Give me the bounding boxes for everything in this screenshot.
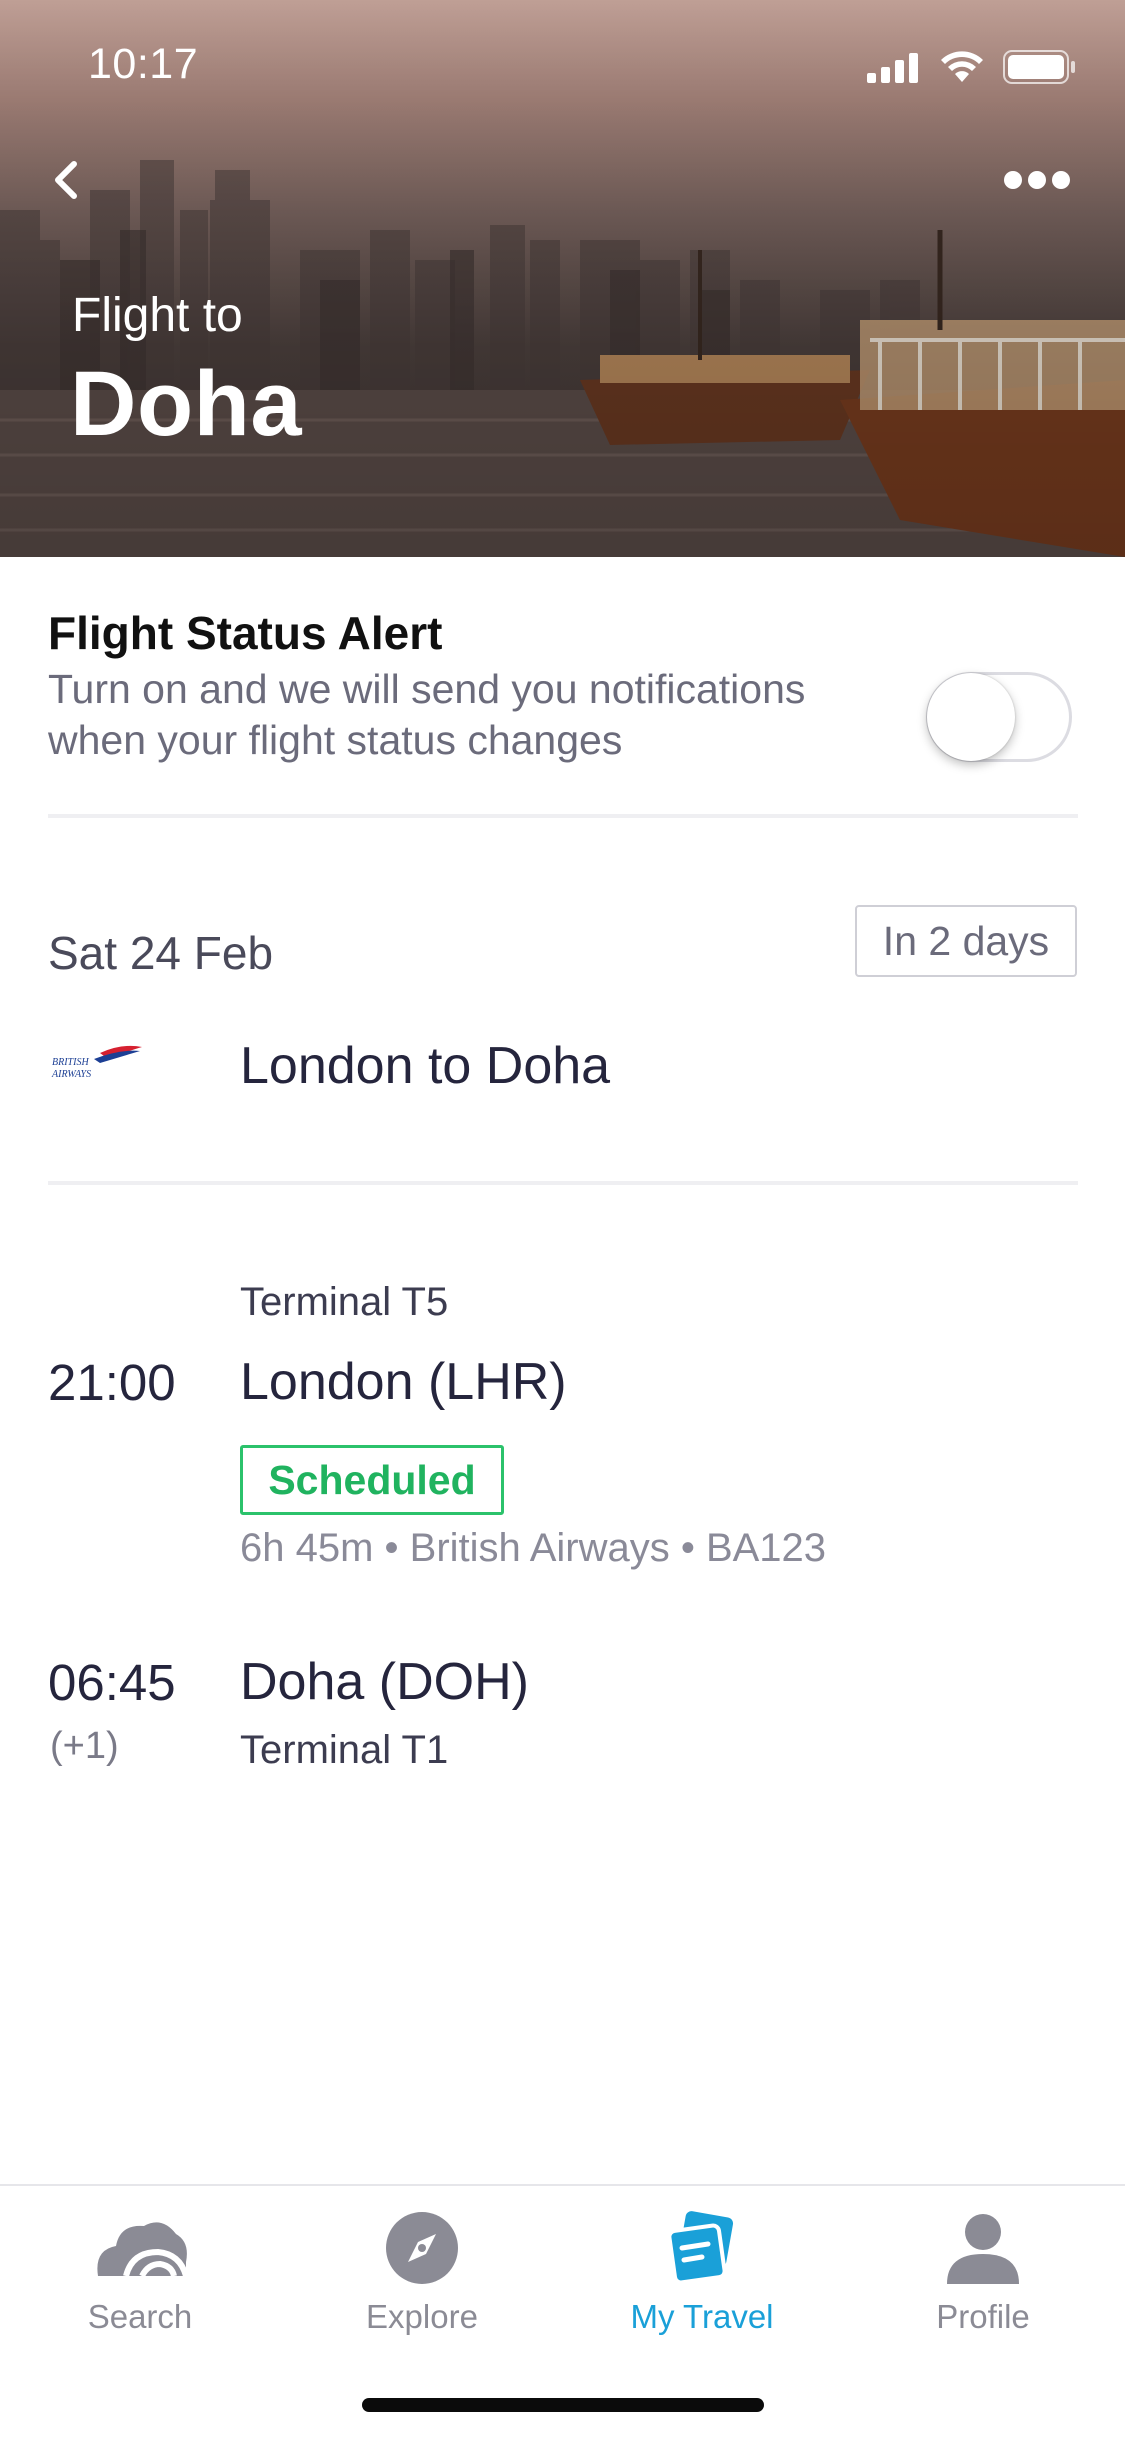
- tab-label: Explore: [366, 2298, 478, 2335]
- back-button[interactable]: [40, 150, 100, 210]
- compass-icon: [386, 2212, 458, 2284]
- divider: [48, 1181, 1078, 1185]
- search-cloud-icon: [97, 2222, 189, 2278]
- tab-my-travel[interactable]: My Travel: [582, 2186, 822, 2356]
- home-indicator[interactable]: [362, 2398, 764, 2412]
- tab-label: Profile: [936, 2298, 1030, 2335]
- toggle-knob: [927, 673, 1015, 761]
- countdown-badge: In 2 days: [855, 905, 1077, 977]
- flight-status-alert: Flight Status Alert Turn on and we will …: [48, 606, 1078, 821]
- header-subtitle: Flight to: [72, 289, 243, 342]
- tab-label: Search: [87, 2298, 193, 2335]
- tab-search[interactable]: Search: [20, 2186, 260, 2356]
- departure-city: London (LHR): [240, 1353, 567, 1411]
- header-title: Doha: [70, 353, 302, 455]
- flight-status-toggle[interactable]: [926, 672, 1072, 762]
- more-options-button[interactable]: [997, 160, 1077, 200]
- trip-route[interactable]: London to Doha: [240, 1036, 610, 1096]
- my-travel-icon: [667, 2211, 734, 2285]
- profile-icon: [947, 2214, 1019, 2284]
- arrival-day-offset: (+1): [50, 1725, 119, 1767]
- arrival-time: 06:45: [48, 1654, 176, 1711]
- alert-title: Flight Status Alert: [48, 607, 443, 659]
- departure-time: 21:00: [48, 1354, 176, 1411]
- flight-details: 6h 45m • British Airways • BA123: [240, 1526, 827, 1570]
- chevron-left-icon: [55, 161, 77, 199]
- tab-profile[interactable]: Profile: [863, 2186, 1103, 2356]
- status-time: 10:17: [88, 40, 199, 88]
- tab-explore[interactable]: Explore: [302, 2186, 542, 2356]
- status-bar: 10:17: [0, 0, 1125, 136]
- svg-text:AIRWAYS: AIRWAYS: [51, 1069, 91, 1080]
- tab-label: My Travel: [630, 2298, 774, 2335]
- british-airways-logo: BRITISH AIRWAYS: [51, 1045, 142, 1080]
- flight-status-badge: Scheduled: [240, 1445, 504, 1515]
- header-hero-image: 10:17 Flight to Doha: [0, 0, 1125, 557]
- trip-date: Sat 24 Feb: [48, 927, 274, 979]
- departure-terminal: Terminal T5: [240, 1280, 449, 1324]
- wifi-icon: [941, 51, 983, 82]
- more-dots-icon: [1004, 171, 1070, 189]
- battery-icon: [1003, 50, 1075, 84]
- signal-icon: [867, 53, 918, 83]
- alert-description: Turn on and we will send you notificatio…: [48, 666, 806, 763]
- arrival-terminal: Terminal T1: [240, 1728, 449, 1772]
- svg-text:BRITISH: BRITISH: [52, 1057, 89, 1068]
- arrival-city: Doha (DOH): [240, 1653, 529, 1711]
- divider: [48, 814, 1078, 818]
